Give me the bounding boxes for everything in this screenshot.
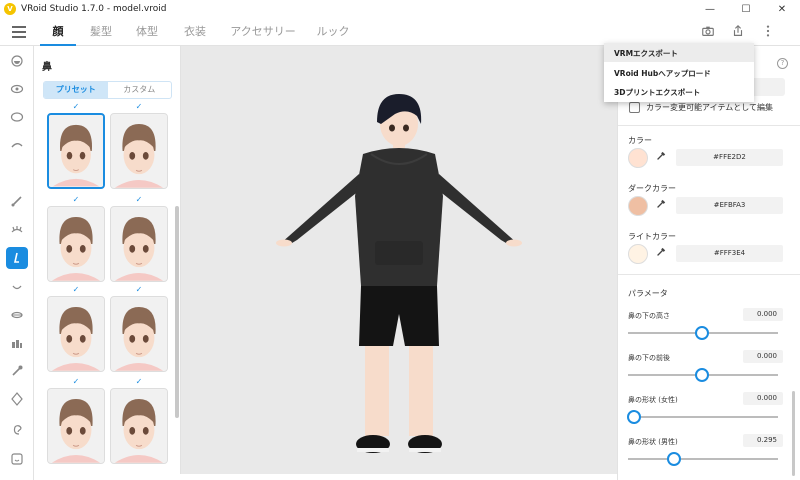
preset-thumbnail[interactable]: [47, 388, 105, 464]
app-logo-icon: V: [4, 3, 16, 15]
close-button[interactable]: ✕: [764, 0, 800, 18]
menu-bar: 顔 髪型 体型 衣装 アクセサリー ルック: [0, 18, 800, 46]
dark-color-swatch[interactable]: [628, 196, 648, 216]
nose-icon[interactable]: [6, 247, 28, 269]
more-options-icon[interactable]: [760, 24, 776, 40]
slider-label: 鼻の形状 (男性): [628, 438, 678, 446]
eyedropper-icon[interactable]: [653, 198, 669, 214]
preset-check-icon: ✓: [72, 377, 80, 386]
eyebrow-icon[interactable]: [6, 134, 28, 156]
bottom-strip: [34, 474, 617, 480]
dark-color-hex-field[interactable]: #EFBFA3: [676, 197, 783, 214]
slider-handle[interactable]: [695, 368, 709, 382]
tab-body[interactable]: 体型: [130, 18, 164, 46]
light-color-hex-field[interactable]: #FFF3E4: [676, 245, 783, 262]
color-label: カラー: [628, 136, 652, 145]
lips-icon[interactable]: [6, 304, 28, 326]
color-editable-checkbox[interactable]: [629, 102, 640, 113]
slider-label: 鼻の下の前後: [628, 354, 670, 362]
tab-outfit[interactable]: 衣装: [178, 18, 212, 46]
hamburger-menu-icon[interactable]: [12, 26, 26, 38]
window-title: VRoid Studio 1.7.0 - model.vroid: [21, 4, 167, 14]
preset-check-icon: ✓: [72, 285, 80, 294]
slider-track[interactable]: [628, 416, 778, 418]
eyelash-icon[interactable]: [6, 218, 28, 240]
face-outline-icon[interactable]: [6, 50, 28, 72]
slider-handle[interactable]: [627, 410, 641, 424]
menu-item-3d-print-export[interactable]: 3Dプリントエクスポート: [614, 87, 700, 98]
export-icon[interactable]: [730, 24, 746, 40]
menu-item-vroid-hub-upload[interactable]: VRoid Hubへアップロード: [614, 68, 711, 79]
export-menu: VRMエクスポート VRoid Hubへアップロード 3Dプリントエクスポート: [604, 43, 754, 102]
makeup-brush-icon[interactable]: [6, 360, 28, 382]
slider-value-field[interactable]: 0.000: [743, 392, 783, 405]
light-color-label: ライトカラー: [628, 232, 676, 241]
preset-thumbnail[interactable]: [110, 206, 168, 282]
eye-icon[interactable]: [6, 78, 28, 100]
iris-icon[interactable]: [6, 106, 28, 128]
preset-check-icon: ✓: [135, 195, 143, 204]
maximize-button[interactable]: ☐: [728, 0, 764, 18]
slider-value-field[interactable]: 0.295: [743, 434, 783, 447]
eyedropper-icon[interactable]: [653, 246, 669, 262]
slider-handle[interactable]: [695, 326, 709, 340]
eyedropper-icon[interactable]: [653, 150, 669, 166]
preset-thumbnail[interactable]: [47, 206, 105, 282]
preset-tab[interactable]: プリセット: [44, 82, 108, 98]
help-icon[interactable]: ?: [777, 58, 788, 69]
avatar-model: [276, 94, 522, 453]
color-swatch[interactable]: [628, 148, 648, 168]
color-hex-field[interactable]: #FFE2D2: [676, 149, 783, 166]
tab-face[interactable]: 顔: [40, 18, 76, 46]
preset-check-icon: ✓: [135, 102, 143, 111]
minimize-button[interactable]: —: [692, 0, 728, 18]
ear-icon[interactable]: [6, 418, 28, 440]
mouth-icon[interactable]: [6, 276, 28, 298]
title-bar: V VRoid Studio 1.7.0 - model.vroid — ☐ ✕: [0, 0, 800, 18]
slider-label: 鼻の下の高さ: [628, 312, 670, 320]
tab-look[interactable]: ルック: [313, 18, 353, 46]
divider: [618, 125, 800, 126]
slider-label: 鼻の形状 (女性): [628, 396, 678, 404]
light-color-swatch[interactable]: [628, 244, 648, 264]
slider-value-field[interactable]: 0.000: [743, 350, 783, 363]
dark-color-label: ダークカラー: [628, 184, 676, 193]
preset-check-icon: ✓: [72, 102, 80, 111]
tab-accessory[interactable]: アクセサリー: [229, 18, 297, 46]
parameters-label: パラメータ: [628, 289, 668, 298]
tab-hairstyle[interactable]: 髪型: [84, 18, 118, 46]
preset-check-icon: ✓: [135, 285, 143, 294]
preset-thumbnail[interactable]: [110, 388, 168, 464]
preset-thumbnail[interactable]: [110, 296, 168, 372]
menu-item-vrm-export[interactable]: VRMエクスポート: [614, 48, 678, 59]
preset-custom-toggle: プリセット カスタム: [43, 81, 172, 99]
face-shape-icon[interactable]: [6, 388, 28, 410]
divider: [618, 274, 800, 275]
preset-thumbnail[interactable]: [110, 113, 168, 189]
3d-viewport[interactable]: [181, 46, 617, 474]
teeth-icon[interactable]: [6, 332, 28, 354]
panel-title: 鼻: [42, 62, 52, 73]
custom-tab[interactable]: カスタム: [108, 82, 172, 98]
preset-check-icon: ✓: [72, 195, 80, 204]
color-editable-label: カラー変更可能アイテムとして編集: [646, 103, 773, 112]
expression-icon[interactable]: [6, 448, 28, 470]
preset-panel: 鼻 プリセット カスタム ✓ ✓ ✓ ✓ ✓ ✓ ✓ ✓: [34, 46, 181, 474]
property-panel: ? 集 カラー変更可能アイテムとして編集 カラー #FFE2D2 ダークカラー …: [617, 46, 800, 480]
slider-value-field[interactable]: 0.000: [743, 308, 783, 321]
preset-thumbnail[interactable]: [47, 113, 105, 189]
face-part-sidebar: [0, 46, 34, 480]
window-controls: — ☐ ✕: [692, 0, 800, 18]
eyeliner-icon[interactable]: [6, 190, 28, 212]
property-scrollbar[interactable]: [792, 391, 795, 476]
slider-track[interactable]: [628, 458, 778, 460]
slider-handle[interactable]: [667, 452, 682, 466]
color-editable-option[interactable]: カラー変更可能アイテムとして編集: [629, 102, 773, 113]
preset-thumbnail[interactable]: [47, 296, 105, 372]
preset-check-icon: ✓: [135, 377, 143, 386]
camera-icon[interactable]: [700, 24, 716, 40]
preset-scrollbar[interactable]: [175, 206, 179, 418]
